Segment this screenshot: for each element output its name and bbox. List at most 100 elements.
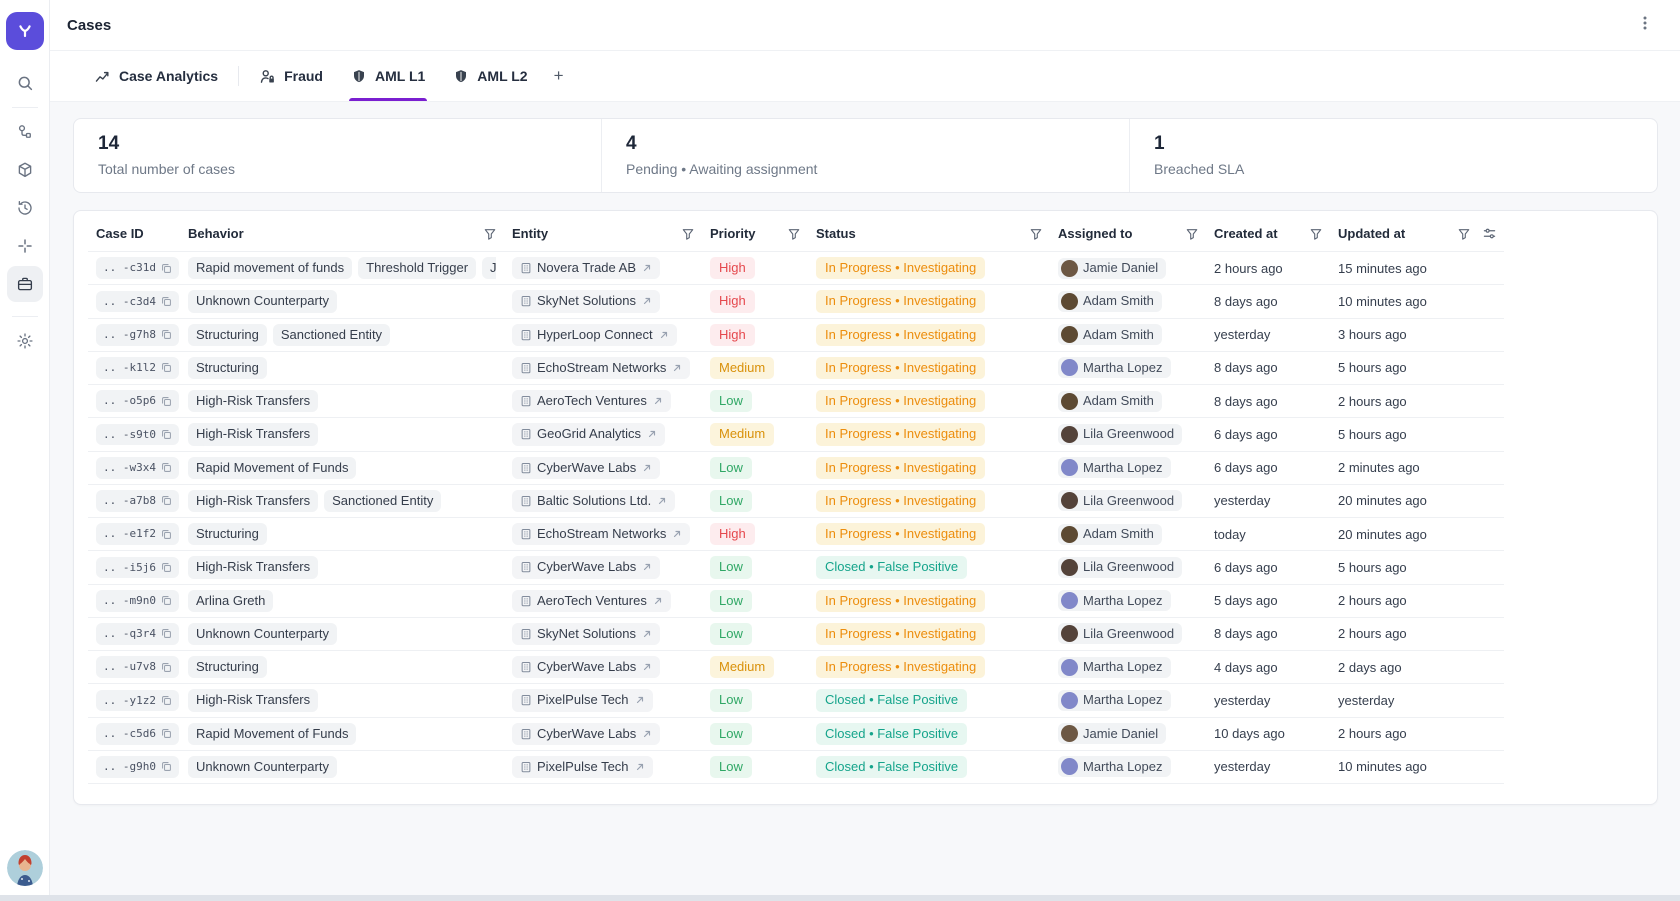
table-row[interactable]: .. -s9t0High-Risk TransfersGeoGrid Analy… xyxy=(88,418,1504,451)
copy-icon[interactable] xyxy=(161,728,172,739)
assignee-chip[interactable]: Martha Lopez xyxy=(1058,357,1171,378)
entity-link[interactable]: CyberWave Labs xyxy=(512,457,660,479)
table-row[interactable]: .. -c5d6Rapid Movement of FundsCyberWave… xyxy=(88,717,1504,750)
copy-icon[interactable] xyxy=(161,562,172,573)
copy-icon[interactable] xyxy=(161,429,172,440)
assignee-chip[interactable]: Jamie Daniel xyxy=(1058,258,1166,279)
table-row[interactable]: .. -c3d4Unknown CounterpartySkyNet Solut… xyxy=(88,285,1504,318)
tab-aml-l2[interactable]: AML L2 xyxy=(439,51,541,101)
filter-icon[interactable] xyxy=(484,228,496,240)
assignee-chip[interactable]: Martha Lopez xyxy=(1058,590,1171,611)
case-id-badge[interactable]: .. -c31d xyxy=(96,257,179,279)
table-row[interactable]: .. -g9h0Unknown CounterpartyPixelPulse T… xyxy=(88,750,1504,783)
kebab-menu-icon[interactable] xyxy=(1632,11,1658,40)
search-icon[interactable] xyxy=(7,65,43,101)
entity-link[interactable]: EchoStream Networks xyxy=(512,523,690,545)
copy-icon[interactable] xyxy=(161,495,172,506)
filter-icon[interactable] xyxy=(1458,228,1470,240)
add-tab-button[interactable]: + xyxy=(542,51,576,101)
case-id-badge[interactable]: .. -c5d6 xyxy=(96,723,179,745)
assignee-chip[interactable]: Adam Smith xyxy=(1058,524,1162,545)
gear-icon[interactable] xyxy=(7,323,43,359)
case-id-badge[interactable]: .. -y1z2 xyxy=(96,690,179,712)
tab-case-analytics[interactable]: Case Analytics xyxy=(80,51,232,101)
case-id-badge[interactable]: .. -i5j6 xyxy=(96,557,179,579)
assignee-chip[interactable]: Lila Greenwood xyxy=(1058,424,1182,445)
table-row[interactable]: .. -e1f2StructuringEchoStream NetworksHi… xyxy=(88,518,1504,551)
table-row[interactable]: .. -q3r4Unknown CounterpartySkyNet Solut… xyxy=(88,617,1504,650)
briefcase-icon[interactable] xyxy=(7,266,43,302)
case-id-badge[interactable]: .. -s9t0 xyxy=(96,424,179,446)
copy-icon[interactable] xyxy=(161,296,172,307)
case-id-badge[interactable]: .. -w3x4 xyxy=(96,457,179,479)
entity-link[interactable]: PixelPulse Tech xyxy=(512,689,653,711)
table-row[interactable]: .. -w3x4Rapid Movement of FundsCyberWave… xyxy=(88,451,1504,484)
assignee-chip[interactable]: Martha Lopez xyxy=(1058,457,1171,478)
assignee-chip[interactable]: Lila Greenwood xyxy=(1058,623,1182,644)
assignee-chip[interactable]: Lila Greenwood xyxy=(1058,557,1182,578)
entity-link[interactable]: CyberWave Labs xyxy=(512,556,660,578)
case-id-badge[interactable]: .. -m9n0 xyxy=(96,590,179,612)
assignee-chip[interactable]: Jamie Daniel xyxy=(1058,723,1166,744)
filter-icon[interactable] xyxy=(1310,228,1322,240)
metrics-icon[interactable] xyxy=(7,228,43,264)
copy-icon[interactable] xyxy=(161,595,172,606)
copy-icon[interactable] xyxy=(161,362,172,373)
workflow-icon[interactable] xyxy=(7,114,43,150)
entity-link[interactable]: HyperLoop Connect xyxy=(512,324,677,346)
table-row[interactable]: .. -u7v8StructuringCyberWave LabsMediumI… xyxy=(88,651,1504,684)
assignee-chip[interactable]: Martha Lopez xyxy=(1058,657,1171,678)
app-logo[interactable] xyxy=(6,12,44,50)
assignee-chip[interactable]: Adam Smith xyxy=(1058,324,1162,345)
table-row[interactable]: .. -y1z2High-Risk TransfersPixelPulse Te… xyxy=(88,684,1504,717)
copy-icon[interactable] xyxy=(161,462,172,473)
tab-aml-l1[interactable]: AML L1 xyxy=(337,51,439,101)
table-row[interactable]: .. -m9n0Arlina GrethAeroTech VenturesLow… xyxy=(88,584,1504,617)
table-row[interactable]: .. -c31dRapid movement of fundsThreshold… xyxy=(88,252,1504,285)
table-row[interactable]: .. -g7h8StructuringSanctioned EntityHype… xyxy=(88,318,1504,351)
entity-link[interactable]: SkyNet Solutions xyxy=(512,623,660,645)
case-id-badge[interactable]: .. -e1f2 xyxy=(96,523,179,545)
case-id-badge[interactable]: .. -g9h0 xyxy=(96,756,179,778)
entity-link[interactable]: GeoGrid Analytics xyxy=(512,423,665,445)
copy-icon[interactable] xyxy=(161,662,172,673)
cube-icon[interactable] xyxy=(7,152,43,188)
entity-link[interactable]: AeroTech Ventures xyxy=(512,390,671,412)
entity-link[interactable]: CyberWave Labs xyxy=(512,723,660,745)
filter-icon[interactable] xyxy=(1186,228,1198,240)
case-id-badge[interactable]: .. -g7h8 xyxy=(96,324,179,346)
filter-icon[interactable] xyxy=(1030,228,1042,240)
entity-link[interactable]: AeroTech Ventures xyxy=(512,590,671,612)
case-id-badge[interactable]: .. -o5p6 xyxy=(96,390,179,412)
copy-icon[interactable] xyxy=(161,695,172,706)
case-id-badge[interactable]: .. -k1l2 xyxy=(96,357,179,379)
table-row[interactable]: .. -i5j6High-Risk TransfersCyberWave Lab… xyxy=(88,551,1504,584)
case-id-badge[interactable]: .. -u7v8 xyxy=(96,656,179,678)
table-row[interactable]: .. -o5p6High-Risk TransfersAeroTech Vent… xyxy=(88,385,1504,418)
case-id-badge[interactable]: .. -c3d4 xyxy=(96,291,179,313)
table-row[interactable]: .. -k1l2StructuringEchoStream NetworksMe… xyxy=(88,351,1504,384)
case-id-badge[interactable]: .. -a7b8 xyxy=(96,490,179,512)
entity-link[interactable]: CyberWave Labs xyxy=(512,656,660,678)
copy-icon[interactable] xyxy=(161,529,172,540)
assignee-chip[interactable]: Martha Lopez xyxy=(1058,756,1171,777)
assignee-chip[interactable]: Adam Smith xyxy=(1058,291,1162,312)
entity-link[interactable]: EchoStream Networks xyxy=(512,357,690,379)
entity-link[interactable]: SkyNet Solutions xyxy=(512,290,660,312)
copy-icon[interactable] xyxy=(161,628,172,639)
assignee-chip[interactable]: Martha Lopez xyxy=(1058,690,1171,711)
copy-icon[interactable] xyxy=(161,263,172,274)
copy-icon[interactable] xyxy=(161,396,172,407)
assignee-chip[interactable]: Adam Smith xyxy=(1058,391,1162,412)
table-row[interactable]: .. -a7b8High-Risk TransfersSanctioned En… xyxy=(88,484,1504,517)
filter-icon[interactable] xyxy=(788,228,800,240)
entity-link[interactable]: Baltic Solutions Ltd. xyxy=(512,490,675,512)
copy-icon[interactable] xyxy=(161,761,172,772)
filter-icon[interactable] xyxy=(682,228,694,240)
assignee-chip[interactable]: Lila Greenwood xyxy=(1058,490,1182,511)
tab-fraud[interactable]: Fraud xyxy=(245,51,337,101)
entity-link[interactable]: Novera Trade AB xyxy=(512,257,660,279)
copy-icon[interactable] xyxy=(161,329,172,340)
column-settings-icon[interactable] xyxy=(1483,227,1496,240)
case-id-badge[interactable]: .. -q3r4 xyxy=(96,623,179,645)
